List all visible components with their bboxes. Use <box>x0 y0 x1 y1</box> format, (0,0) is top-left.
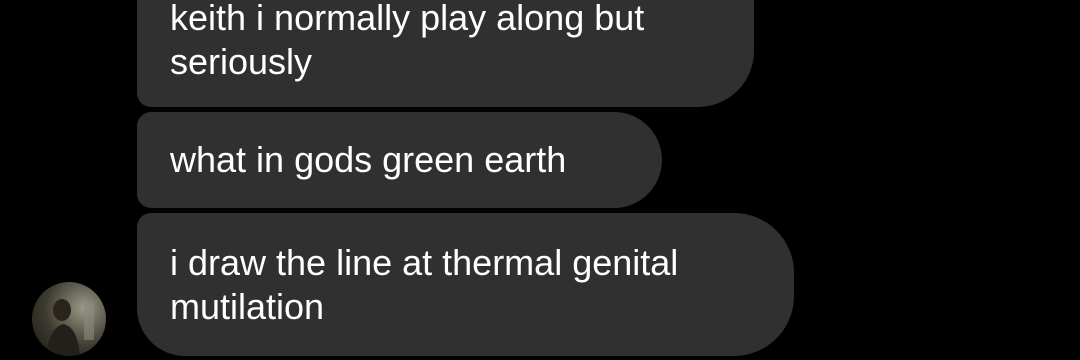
person-icon <box>46 299 94 356</box>
message-text-line: keith i normally play along but <box>170 0 645 38</box>
message-text-line: seriously <box>170 41 313 82</box>
message-text-line: mutilation <box>170 286 325 327</box>
message-bubble[interactable]: keith i normally play along but seriousl… <box>137 0 754 107</box>
message-bubble[interactable]: what in gods green earth <box>137 112 662 208</box>
message-text-line: i draw the line at thermal genital <box>170 242 679 283</box>
message-text-line: what in gods green earth <box>170 139 567 180</box>
sender-avatar[interactable] <box>32 282 106 356</box>
message-bubble[interactable]: i draw the line at thermal genital mutil… <box>137 213 794 356</box>
